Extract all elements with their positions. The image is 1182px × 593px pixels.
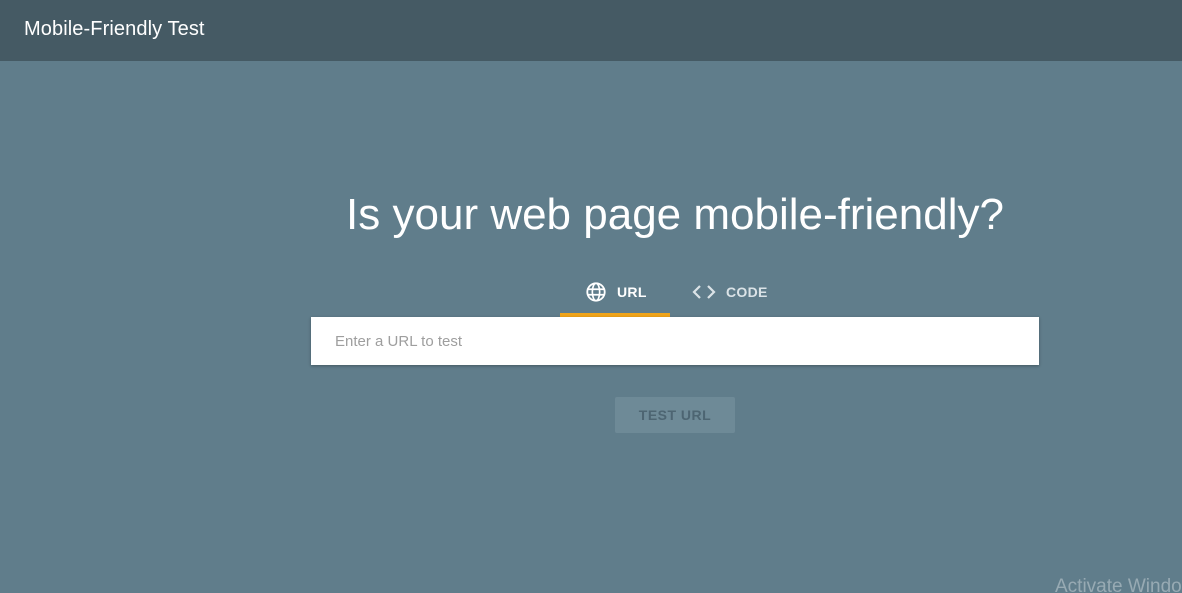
tab-code-label: CODE: [726, 283, 768, 300]
url-input-container: [311, 317, 1039, 365]
top-app-bar: Mobile-Friendly Test: [0, 0, 1182, 61]
page-headline: Is your web page mobile-friendly?: [346, 190, 1004, 239]
code-icon: [692, 283, 716, 301]
test-url-button[interactable]: TEST URL: [615, 397, 735, 433]
tab-code[interactable]: CODE: [692, 270, 792, 317]
app-title: Mobile-Friendly Test: [24, 18, 205, 40]
url-input[interactable]: [311, 317, 1039, 365]
tab-url-label: URL: [617, 283, 647, 300]
activate-windows-watermark: Activate Windo: [1055, 576, 1182, 593]
tab-url[interactable]: URL: [560, 270, 670, 317]
globe-icon: [585, 281, 607, 303]
